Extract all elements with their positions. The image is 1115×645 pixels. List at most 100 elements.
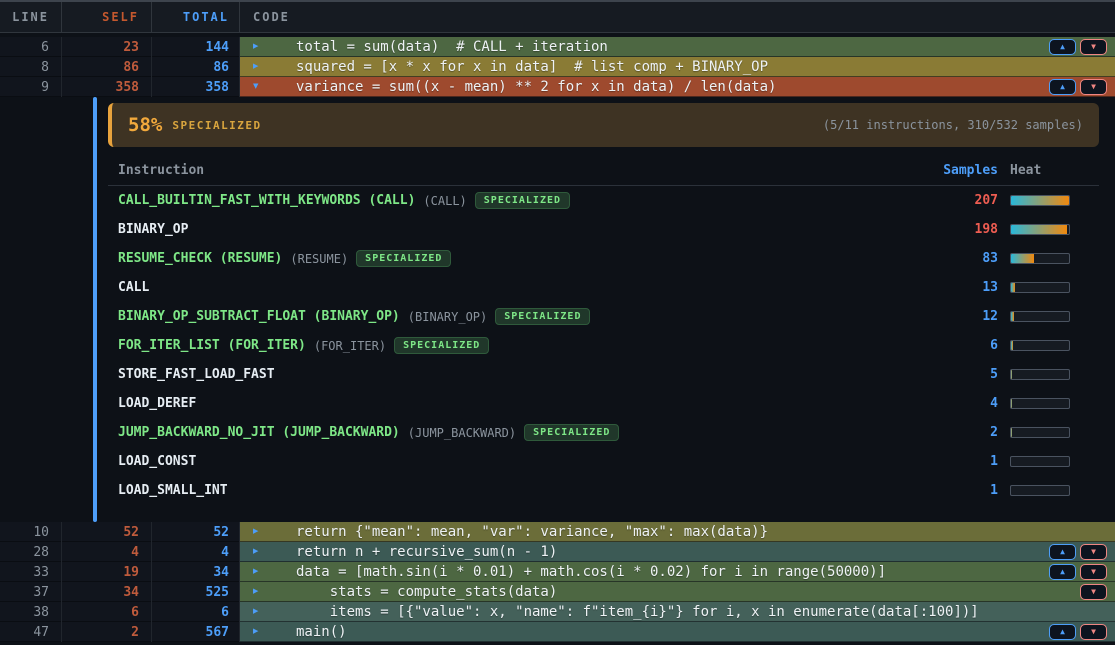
instruction-name: RESUME_CHECK (RESUME) [118,251,282,266]
jump-up-button[interactable]: ▲ [1049,624,1076,640]
line-number: 33 [0,562,62,582]
specialized-badge: SPECIALIZED [495,308,590,325]
jump-down-button[interactable]: ▼ [1080,584,1107,600]
self-samples: 2 [62,622,152,642]
code-cell[interactable]: ▶ squared = [x * x for x in data] # list… [240,57,1115,77]
code-line-row: 47 2 567 ▶ main() ▲▼ [0,622,1115,642]
total-samples: 567 [152,622,240,642]
line-nav-buttons: ▲▼ [1049,544,1115,560]
instruction-name-group: JUMP_BACKWARD_NO_JIT (JUMP_BACKWARD) (JU… [118,424,898,441]
code-cell[interactable]: ▼ variance = sum((x - mean) ** 2 for x i… [240,77,1115,97]
total-samples: 358 [152,77,240,97]
expand-marker-icon[interactable]: ▶ [253,588,258,597]
total-samples: 34 [152,562,240,582]
instruction-table-header: Instruction Samples Heat [108,155,1099,186]
heat-bar [1010,224,1070,235]
line-nav-buttons: ▲▼ [1049,624,1115,640]
jump-up-button[interactable]: ▲ [1049,39,1076,55]
heat-bar [1010,369,1070,380]
instruction-name: LOAD_SMALL_INT [118,483,228,498]
code-cell[interactable]: ▶ items = [{"value": x, "name": f"item_{… [240,602,1115,622]
heat-column-header: Heat [1010,163,1099,178]
code-rows-bottom: 10 52 52 ▶ return {"mean": mean, "var": … [0,522,1115,642]
instruction-name: STORE_FAST_LOAD_FAST [118,367,275,382]
jump-down-button[interactable]: ▼ [1080,564,1107,580]
jump-up-button[interactable]: ▲ [1049,564,1076,580]
expand-marker-icon[interactable]: ▶ [253,43,258,52]
instruction-samples: 198 [898,222,998,237]
table-header: LINE SELF TOTAL CODE [0,0,1115,33]
specialized-percent: 58% [128,114,162,136]
total-samples: 4 [152,542,240,562]
instruction-name-group: BINARY_OP [118,222,898,237]
instruction-row: LOAD_DEREF 4 [108,389,1099,418]
samples-column-header[interactable]: Samples [898,163,998,178]
self-samples: 6 [62,602,152,622]
line-number: 47 [0,622,62,642]
jump-up-button[interactable]: ▲ [1049,544,1076,560]
self-samples: 4 [62,542,152,562]
code-cell[interactable]: ▶ main() ▲▼ [240,622,1115,642]
column-header-line: LINE [0,2,62,32]
expand-marker-icon[interactable]: ▶ [253,628,258,637]
line-number: 6 [0,37,62,57]
code-line-row: 28 4 4 ▶ return n + recursive_sum(n - 1)… [0,542,1115,562]
line-number: 9 [0,77,62,97]
instruction-name: CALL_BUILTIN_FAST_WITH_KEYWORDS (CALL) [118,193,415,208]
heat-bar-fill [1011,196,1069,205]
heat-bar [1010,282,1070,293]
code-text: squared = [x * x for x in data] # list c… [240,59,768,75]
code-cell[interactable]: ▶ return {"mean": mean, "var": variance,… [240,522,1115,542]
line-number: 10 [0,522,62,542]
jump-up-button[interactable]: ▲ [1049,79,1076,95]
expand-marker-icon[interactable]: ▶ [253,568,258,577]
instruction-row: BINARY_OP_SUBTRACT_FLOAT (BINARY_OP) (BI… [108,302,1099,331]
expand-marker-icon[interactable]: ▶ [253,63,258,72]
heat-bar [1010,340,1070,351]
jump-down-button[interactable]: ▼ [1080,79,1107,95]
line-number: 37 [0,582,62,602]
instruction-name-group: LOAD_DEREF [118,396,898,411]
instruction-rows: CALL_BUILTIN_FAST_WITH_KEYWORDS (CALL) (… [108,186,1099,505]
heat-bar-fill [1011,341,1013,350]
expand-marker-icon[interactable]: ▶ [253,528,258,537]
code-cell[interactable]: ▶ return n + recursive_sum(n - 1) ▲▼ [240,542,1115,562]
code-text: items = [{"value": x, "name": f"item_{i}… [240,604,979,620]
instruction-row: JUMP_BACKWARD_NO_JIT (JUMP_BACKWARD) (JU… [108,418,1099,447]
expand-marker-icon[interactable]: ▼ [253,83,258,92]
heat-bar-fill [1011,254,1034,263]
heat-bar [1010,253,1070,264]
instruction-panel-content: 58% SPECIALIZED (5/11 instructions, 310/… [108,103,1099,505]
column-header-code: CODE [240,2,1115,32]
instruction-name: LOAD_DEREF [118,396,196,411]
instruction-name-group: RESUME_CHECK (RESUME) (RESUME) SPECIALIZ… [118,250,898,267]
code-line-row: 9 358 358 ▼ variance = sum((x - mean) **… [0,77,1115,97]
line-number: 8 [0,57,62,77]
line-number: 38 [0,602,62,622]
instruction-row: LOAD_CONST 1 [108,447,1099,476]
self-samples: 86 [62,57,152,77]
jump-down-button[interactable]: ▼ [1080,39,1107,55]
instruction-base-name: (RESUME) [290,252,348,266]
expanded-indicator-line [93,97,97,522]
code-text: stats = compute_stats(data) [240,584,557,600]
code-cell[interactable]: ▶ total = sum(data) # CALL + iteration ▲… [240,37,1115,57]
expand-marker-icon[interactable]: ▶ [253,548,258,557]
specialized-badge: SPECIALIZED [356,250,451,267]
instruction-row: RESUME_CHECK (RESUME) (RESUME) SPECIALIZ… [108,244,1099,273]
self-samples: 34 [62,582,152,602]
code-cell[interactable]: ▶ data = [math.sin(i * 0.01) + math.cos(… [240,562,1115,582]
instruction-name-group: FOR_ITER_LIST (FOR_ITER) (FOR_ITER) SPEC… [118,337,898,354]
instruction-row: LOAD_SMALL_INT 1 [108,476,1099,505]
expand-marker-icon[interactable]: ▶ [253,608,258,617]
heat-bar [1010,398,1070,409]
self-samples: 52 [62,522,152,542]
specialization-banner: 58% SPECIALIZED (5/11 instructions, 310/… [108,103,1099,147]
jump-down-button[interactable]: ▼ [1080,624,1107,640]
code-text: total = sum(data) # CALL + iteration [240,39,608,55]
jump-down-button[interactable]: ▼ [1080,544,1107,560]
self-samples: 358 [62,77,152,97]
code-cell[interactable]: ▶ stats = compute_stats(data) ▼ [240,582,1115,602]
specialized-meta: (5/11 instructions, 310/532 samples) [823,118,1083,132]
instruction-row: CALL_BUILTIN_FAST_WITH_KEYWORDS (CALL) (… [108,186,1099,215]
